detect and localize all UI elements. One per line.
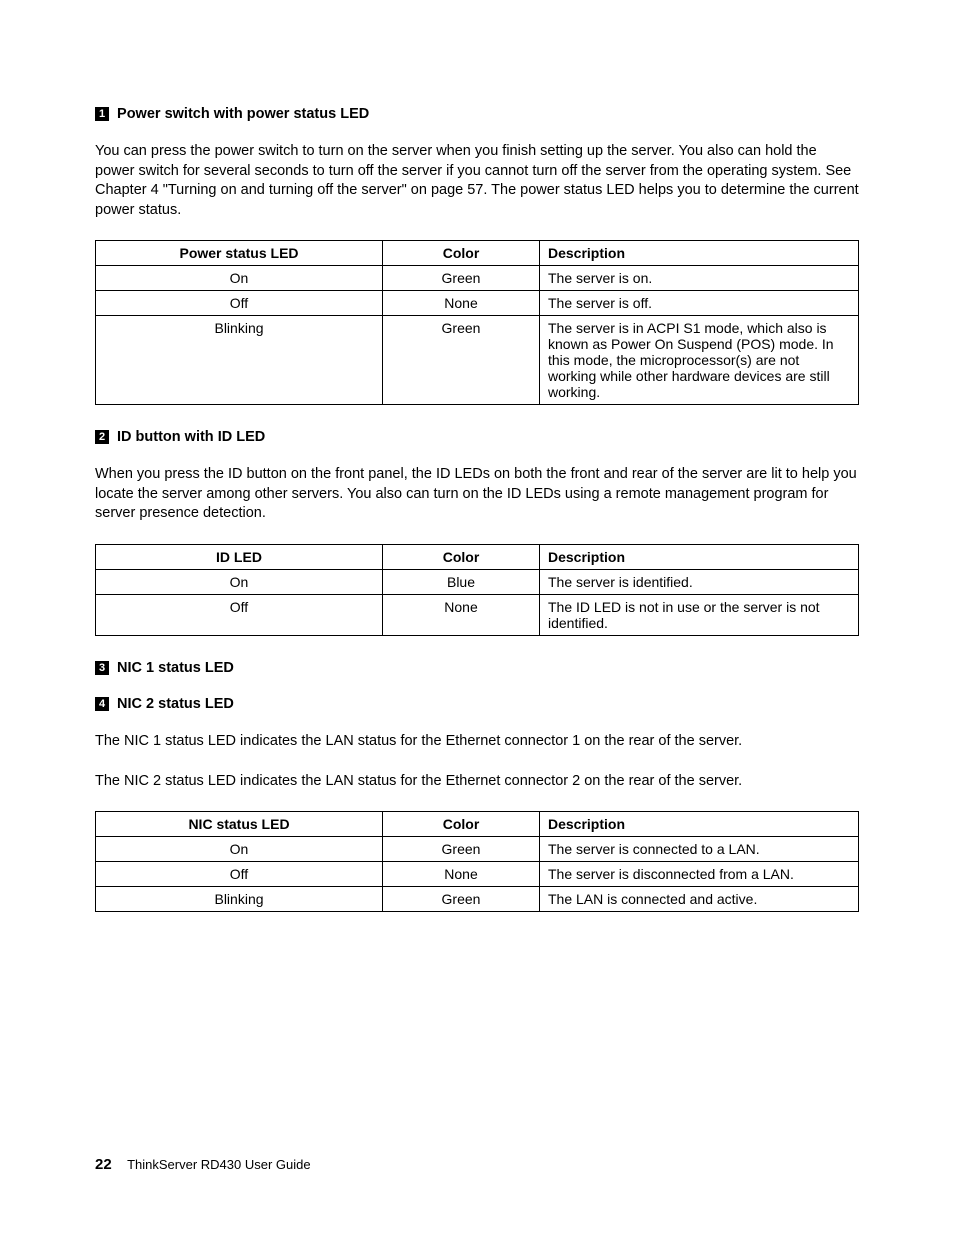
col-header: NIC status LED bbox=[96, 812, 383, 837]
section4-heading: 4 NIC 2 status LED bbox=[95, 696, 859, 712]
page-content: 1 Power switch with power status LED You… bbox=[0, 0, 954, 912]
table-row: On Green The server is connected to a LA… bbox=[96, 837, 859, 862]
table-row: On Green The server is on. bbox=[96, 266, 859, 291]
section1-heading: 1 Power switch with power status LED bbox=[95, 106, 859, 122]
section1-title: Power switch with power status LED bbox=[117, 106, 369, 122]
section3-heading: 3 NIC 1 status LED bbox=[95, 660, 859, 676]
callout-3-icon: 3 bbox=[95, 661, 109, 675]
section2-heading: 2 ID button with ID LED bbox=[95, 429, 859, 445]
section2-paragraph: When you press the ID button on the fron… bbox=[95, 465, 859, 524]
col-header: Description bbox=[540, 544, 859, 569]
section1-paragraph: You can press the power switch to turn o… bbox=[95, 142, 859, 220]
power-status-led-table: Power status LED Color Description On Gr… bbox=[95, 240, 859, 405]
nic-status-led-table: NIC status LED Color Description On Gree… bbox=[95, 811, 859, 912]
table-row: On Blue The server is identified. bbox=[96, 569, 859, 594]
section4-paragraph1: The NIC 1 status LED indicates the LAN s… bbox=[95, 732, 859, 752]
col-header: Description bbox=[540, 241, 859, 266]
col-header: Power status LED bbox=[96, 241, 383, 266]
table-row: Blinking Green The LAN is connected and … bbox=[96, 887, 859, 912]
table-header-row: Power status LED Color Description bbox=[96, 241, 859, 266]
col-header: Color bbox=[383, 544, 540, 569]
col-header: ID LED bbox=[96, 544, 383, 569]
table-row: Off None The ID LED is not in use or the… bbox=[96, 594, 859, 635]
callout-4-icon: 4 bbox=[95, 697, 109, 711]
page-footer: 22 ThinkServer RD430 User Guide bbox=[95, 1156, 311, 1173]
table-row: Off None The server is disconnected from… bbox=[96, 862, 859, 887]
col-header: Color bbox=[383, 812, 540, 837]
callout-1-icon: 1 bbox=[95, 107, 109, 121]
callout-2-icon: 2 bbox=[95, 430, 109, 444]
document-title: ThinkServer RD430 User Guide bbox=[127, 1157, 311, 1172]
table-row: Off None The server is off. bbox=[96, 291, 859, 316]
id-led-table: ID LED Color Description On Blue The ser… bbox=[95, 544, 859, 636]
table-row: Blinking Green The server is in ACPI S1 … bbox=[96, 316, 859, 405]
page-number: 22 bbox=[95, 1156, 112, 1173]
table-header-row: NIC status LED Color Description bbox=[96, 812, 859, 837]
section4-paragraph2: The NIC 2 status LED indicates the LAN s… bbox=[95, 772, 859, 792]
section2-title: ID button with ID LED bbox=[117, 429, 265, 445]
col-header: Description bbox=[540, 812, 859, 837]
section4-title: NIC 2 status LED bbox=[117, 696, 234, 712]
section3-title: NIC 1 status LED bbox=[117, 660, 234, 676]
table-header-row: ID LED Color Description bbox=[96, 544, 859, 569]
col-header: Color bbox=[383, 241, 540, 266]
